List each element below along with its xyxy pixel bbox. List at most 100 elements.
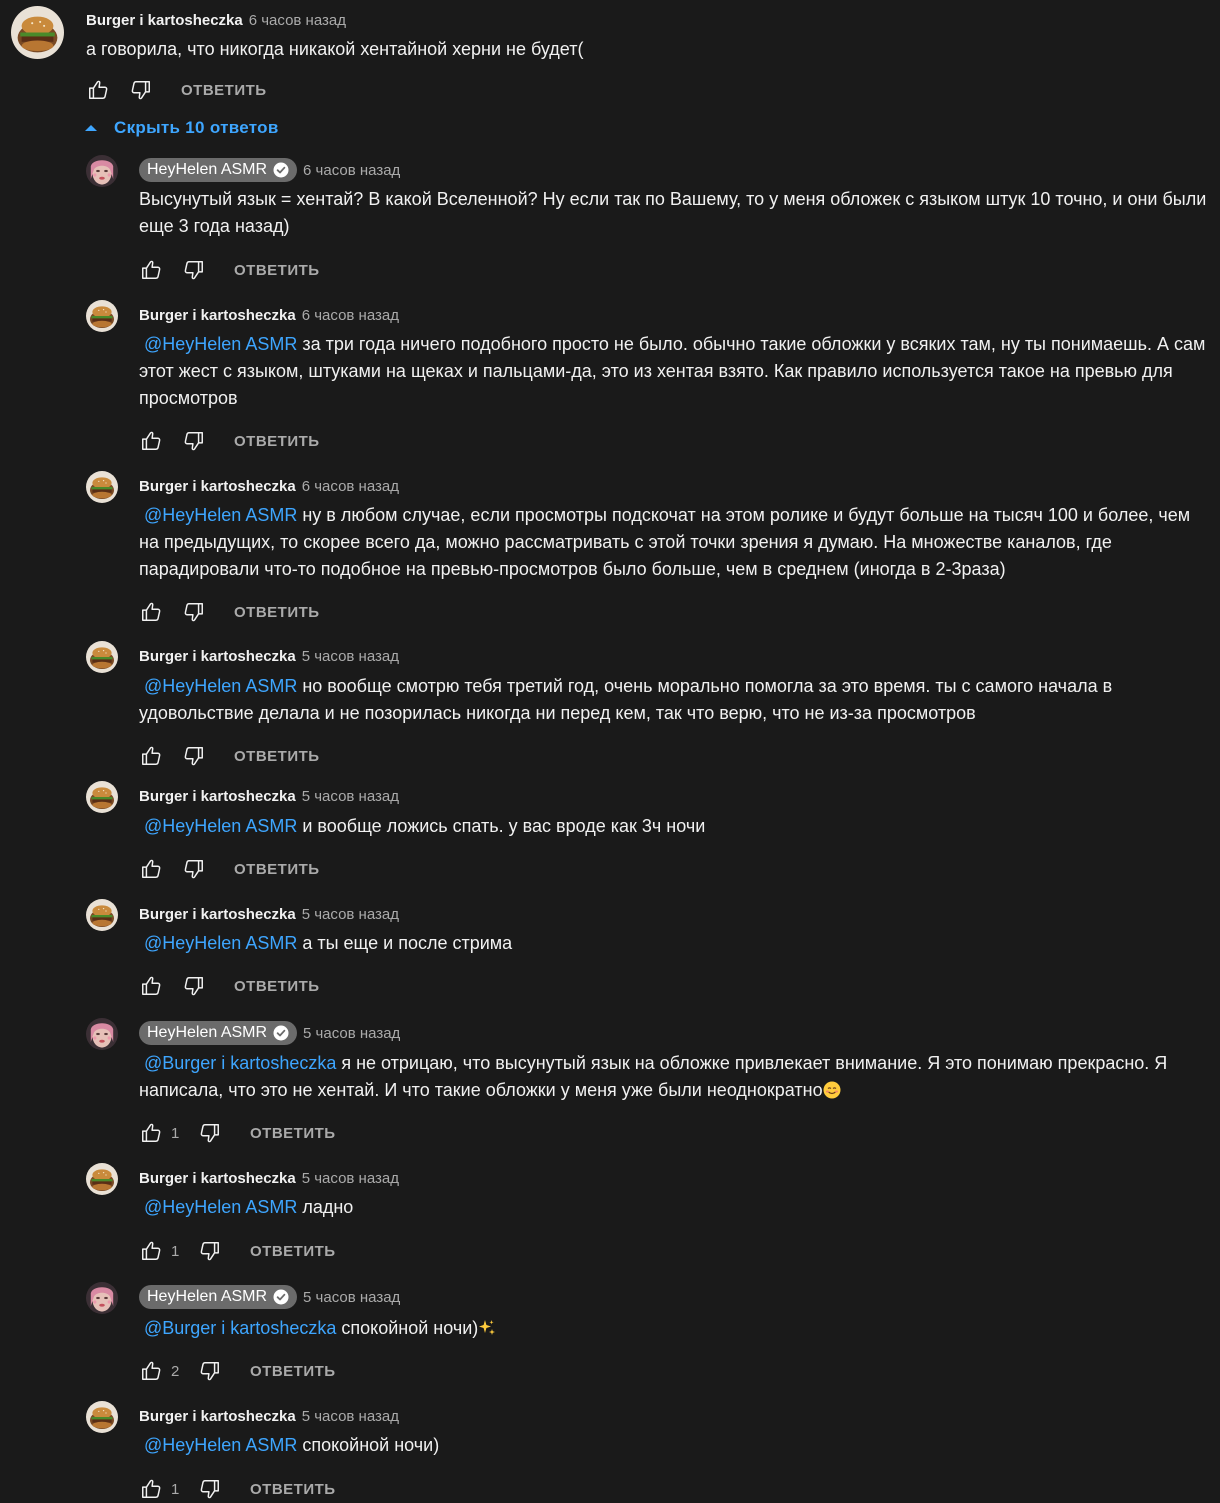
burger-avatar-icon [86, 1401, 118, 1433]
avatar[interactable] [86, 300, 118, 332]
reply-button[interactable]: ОТВЕТИТЬ [250, 1125, 336, 1142]
reply-button[interactable]: ОТВЕТИТЬ [250, 1481, 336, 1498]
like-button[interactable] [139, 1477, 163, 1501]
comment-body: за три года ничего подобного просто не б… [139, 334, 1206, 408]
author-name[interactable]: HeyHelen ASMR [139, 1021, 298, 1045]
like-button[interactable] [86, 78, 110, 102]
thumbs-up-icon [140, 1122, 162, 1144]
comment-time[interactable]: 5 часов назад [302, 788, 399, 805]
dislike-button[interactable] [182, 744, 206, 768]
comment-time[interactable]: 6 часов назад [303, 162, 400, 179]
reply-button[interactable]: ОТВЕТИТЬ [234, 604, 320, 621]
dislike-button[interactable] [198, 1477, 222, 1501]
comment-time[interactable]: 5 часов назад [302, 906, 399, 923]
avatar[interactable] [86, 1282, 118, 1314]
comment-time[interactable]: 6 часов назад [249, 12, 346, 29]
comment-time[interactable]: 5 часов назад [303, 1025, 400, 1042]
thumbs-up-icon [140, 259, 162, 281]
like-button[interactable] [139, 429, 163, 453]
author-name[interactable]: Burger i kartosheczka [139, 648, 296, 665]
dislike-button[interactable] [198, 1359, 222, 1383]
mention-link[interactable]: @HeyHelen ASMR [144, 933, 297, 953]
avatar[interactable] [86, 781, 118, 813]
avatar[interactable] [86, 641, 118, 673]
top-comment: Burger i kartosheczka 6 часов назад а го… [0, 0, 1220, 112]
avatar[interactable] [86, 1018, 118, 1050]
reply-button[interactable]: ОТВЕТИТЬ [234, 978, 320, 995]
like-button[interactable] [139, 744, 163, 768]
mention-link[interactable]: @HeyHelen ASMR [144, 505, 297, 525]
check-badge-icon [273, 162, 289, 178]
thumbs-down-icon [183, 430, 205, 452]
like-count: 2 [171, 1362, 180, 1380]
dislike-button[interactable] [182, 600, 206, 624]
comment-time[interactable]: 5 часов назад [302, 1408, 399, 1425]
comment-actions: 2 ОТВЕТИТЬ [139, 1359, 336, 1383]
comment-time[interactable]: 5 часов назад [302, 648, 399, 665]
mention-link[interactable]: @HeyHelen ASMR [144, 816, 297, 836]
comment-text: @Burger i kartosheczka я не отрицаю, что … [139, 1050, 1209, 1104]
author-name[interactable]: Burger i kartosheczka [86, 12, 243, 29]
hide-replies-button[interactable]: Скрыть 10 ответов [84, 118, 279, 138]
mention-link[interactable]: @HeyHelen ASMR [144, 1197, 297, 1217]
dislike-button[interactable] [198, 1121, 222, 1145]
comment-time[interactable]: 5 часов назад [303, 1289, 400, 1306]
comment-time[interactable]: 5 часов назад [302, 1170, 399, 1187]
like-button[interactable] [139, 857, 163, 881]
author-name[interactable]: Burger i kartosheczka [139, 788, 296, 805]
comment-text: @HeyHelen ASMR и вообще ложись спать. у в… [139, 813, 1209, 840]
author-name[interactable]: HeyHelen ASMR [139, 158, 298, 182]
like-button[interactable] [139, 258, 163, 282]
comment-time[interactable]: 6 часов назад [302, 478, 399, 495]
comment-text: @HeyHelen ASMR а ты еще и после стрима [139, 930, 1209, 957]
avatar[interactable] [86, 899, 118, 931]
reply-button[interactable]: ОТВЕТИТЬ [250, 1243, 336, 1260]
thumbs-down-icon [130, 79, 152, 101]
author-name[interactable]: Burger i kartosheczka [139, 307, 296, 324]
author-name[interactable]: Burger i kartosheczka [139, 1170, 296, 1187]
reply-button[interactable]: ОТВЕТИТЬ [234, 748, 320, 765]
comment-actions: ОТВЕТИТЬ [139, 857, 320, 881]
reply-item: Burger i kartosheczka 6 часов назад @HeyHe… [0, 300, 1220, 455]
reply-item: Burger i kartosheczka 5 часов назад @HeyHe… [0, 641, 1220, 770]
dislike-button[interactable] [129, 78, 153, 102]
author-name[interactable]: Burger i kartosheczka [139, 478, 296, 495]
comment-text: а говорила, что никогда никакой хентайно… [86, 36, 1186, 63]
avatar[interactable] [86, 471, 118, 503]
avatar[interactable] [86, 1401, 118, 1433]
author-name[interactable]: Burger i kartosheczka [139, 1408, 296, 1425]
dislike-button[interactable] [182, 974, 206, 998]
reply-button[interactable]: ОТВЕТИТЬ [250, 1363, 336, 1380]
author-name[interactable]: HeyHelen ASMR [139, 1285, 298, 1309]
comment-body: и вообще ложись спать. у вас вроде как 3… [302, 816, 706, 836]
burger-avatar-icon [86, 899, 118, 931]
avatar[interactable] [11, 6, 64, 59]
reply-button[interactable]: ОТВЕТИТЬ [234, 262, 320, 279]
mention-link[interactable]: @HeyHelen ASMR [144, 1435, 297, 1455]
reply-button[interactable]: ОТВЕТИТЬ [234, 433, 320, 450]
dislike-button[interactable] [182, 258, 206, 282]
dislike-button[interactable] [182, 857, 206, 881]
mention-link[interactable]: @HeyHelen ASMR [144, 334, 297, 354]
like-button[interactable] [139, 974, 163, 998]
mention-link[interactable]: @Burger i kartosheczka [144, 1053, 336, 1073]
reply-button[interactable]: ОТВЕТИТЬ [181, 82, 267, 99]
comment-body: спокойной ночи) [341, 1318, 479, 1338]
comment-time[interactable]: 6 часов назад [302, 307, 399, 324]
like-button[interactable] [139, 1359, 163, 1383]
reply-item: HeyHelen ASMR 6 часов назад Высунутый язык… [0, 155, 1220, 284]
reply-item: HeyHelen ASMR 5 часов назад @Burger i kart… [0, 1018, 1220, 1147]
dislike-button[interactable] [182, 429, 206, 453]
avatar[interactable] [86, 155, 118, 187]
like-button[interactable] [139, 600, 163, 624]
mention-link[interactable]: @HeyHelen ASMR [144, 676, 297, 696]
reply-button[interactable]: ОТВЕТИТЬ [234, 861, 320, 878]
author-name[interactable]: Burger i kartosheczka [139, 906, 296, 923]
avatar[interactable] [86, 1163, 118, 1195]
comment-actions: ОТВЕТИТЬ [139, 258, 320, 282]
like-button[interactable] [139, 1121, 163, 1145]
dislike-button[interactable] [198, 1239, 222, 1263]
helen-avatar-icon [86, 1018, 118, 1050]
like-button[interactable] [139, 1239, 163, 1263]
mention-link[interactable]: @Burger i kartosheczka [144, 1318, 336, 1338]
